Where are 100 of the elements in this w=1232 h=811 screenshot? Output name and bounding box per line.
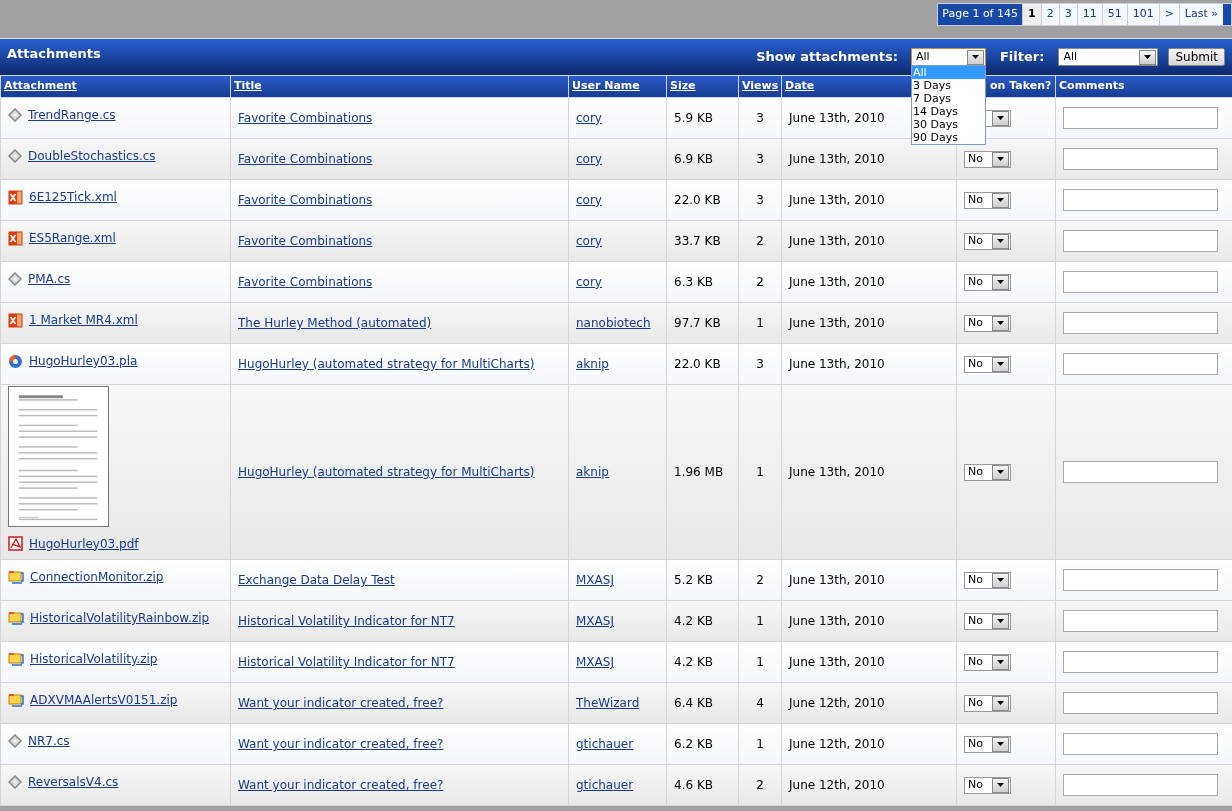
poster-link[interactable]: cory <box>576 152 602 166</box>
poster-link[interactable]: cory <box>576 275 602 289</box>
action-select[interactable]: No <box>964 314 1011 332</box>
comment-field[interactable] <box>1063 610 1218 632</box>
date-text: June 12th, 2010 <box>789 778 885 792</box>
poster-link[interactable]: gtichauer <box>576 778 634 792</box>
views-count: 1 <box>756 737 764 751</box>
views-count: 4 <box>756 696 764 710</box>
size-text: 5.9 KB <box>674 111 713 125</box>
column-sort-link[interactable]: Date <box>785 79 815 93</box>
action-select[interactable]: No <box>964 191 1011 209</box>
action-select[interactable]: No <box>964 150 1011 168</box>
thread-title-link[interactable]: Favorite Combinations <box>238 193 373 207</box>
thread-title-link[interactable]: The Hurley Method (automated) <box>238 316 432 330</box>
page-link[interactable]: 51 <box>1101 4 1127 25</box>
dropdown-option[interactable]: 30 Days <box>912 118 985 131</box>
comment-field[interactable] <box>1063 569 1218 591</box>
poster-link[interactable]: cory <box>576 193 602 207</box>
views-count: 1 <box>756 316 764 330</box>
thread-title-link[interactable]: Exchange Data Delay Test <box>238 573 395 587</box>
date-text: June 13th, 2010 <box>789 655 885 669</box>
comment-field[interactable] <box>1063 733 1218 755</box>
file-link[interactable]: HugoHurley03.pdf <box>29 534 139 553</box>
file-link[interactable]: ReversalsV4.cs <box>28 773 119 791</box>
poster-link[interactable]: gtichauer <box>576 737 634 751</box>
thread-title-link[interactable]: Favorite Combinations <box>238 275 373 289</box>
action-select[interactable]: No <box>964 612 1011 630</box>
poster-link[interactable]: MXASJ <box>576 573 614 587</box>
size-text: 1.96 MB <box>674 465 724 479</box>
page-link[interactable]: > <box>1158 4 1179 25</box>
poster-link[interactable]: MXASJ <box>576 614 614 628</box>
poster-link[interactable]: cory <box>576 234 602 248</box>
page-link[interactable]: 101 <box>1126 4 1159 25</box>
dropdown-option[interactable]: 7 Days <box>912 92 985 105</box>
views-count: 2 <box>756 234 764 248</box>
comment-field[interactable] <box>1063 189 1218 211</box>
diamond-icon <box>8 149 22 163</box>
thread-title-link[interactable]: HugoHurley (automated strategy for MultiCharts) <box>238 465 535 479</box>
date-text: June 13th, 2010 <box>789 193 885 207</box>
thread-title-link[interactable]: Favorite Combinations <box>238 152 373 166</box>
poster-link[interactable]: MXASJ <box>576 655 614 669</box>
date-text: June 13th, 2010 <box>789 234 885 248</box>
comment-field[interactable] <box>1063 312 1218 334</box>
date-text: June 13th, 2010 <box>789 316 885 330</box>
xml-file-icon <box>8 230 23 246</box>
views-count: 2 <box>756 573 764 587</box>
views-count: 3 <box>756 111 764 125</box>
size-text: 4.6 KB <box>674 778 713 792</box>
dropdown-option[interactable]: 3 Days <box>912 79 985 92</box>
action-select[interactable]: No <box>964 776 1011 794</box>
poster-link[interactable]: aknip <box>576 357 609 371</box>
comment-field[interactable] <box>1063 651 1218 673</box>
thread-title-link[interactable]: Favorite Combinations <box>238 234 373 248</box>
date-text: June 13th, 2010 <box>789 614 885 628</box>
diamond-icon <box>8 775 22 789</box>
poster-link[interactable]: cory <box>576 111 602 125</box>
folder-monitor-icon <box>8 693 24 707</box>
show-attachments-select[interactable]: All <box>911 48 986 66</box>
file-link[interactable]: TrendRange.cs <box>28 106 116 124</box>
action-select[interactable]: No <box>964 273 1011 291</box>
folder-monitor-icon <box>8 570 24 584</box>
file-link[interactable]: NR7.cs <box>28 732 70 750</box>
submit-button[interactable]: Submit <box>1168 48 1225 66</box>
comment-field[interactable] <box>1063 271 1218 293</box>
xml-file-icon <box>8 312 23 328</box>
page-link[interactable]: Last » <box>1178 4 1223 25</box>
comment-field[interactable] <box>1063 353 1218 375</box>
dropdown-option[interactable]: 14 Days <box>912 105 985 118</box>
comment-field[interactable] <box>1063 148 1218 170</box>
action-select[interactable]: No <box>964 735 1011 753</box>
file-link[interactable]: ES5Range.xml <box>29 229 116 247</box>
file-link[interactable]: PMA.cs <box>28 270 71 288</box>
date-text: June 12th, 2010 <box>789 696 885 710</box>
action-select[interactable]: No <box>964 694 1011 712</box>
dropdown-option[interactable]: 90 Days <box>912 131 985 144</box>
xml-file-icon <box>8 189 23 205</box>
views-count: 1 <box>756 614 764 628</box>
action-select[interactable]: No <box>964 355 1011 373</box>
action-select[interactable]: No <box>964 653 1011 671</box>
comment-field[interactable] <box>1063 461 1218 483</box>
size-text: 22.0 KB <box>674 193 721 207</box>
file-link[interactable]: 6E125Tick.xml <box>29 188 117 206</box>
action-select[interactable]: No <box>964 232 1011 250</box>
thread-title-link[interactable]: Favorite Combinations <box>238 111 373 125</box>
action-select[interactable]: No <box>964 571 1011 589</box>
date-text: June 13th, 2010 <box>789 573 885 587</box>
comment-field[interactable] <box>1063 230 1218 252</box>
views-count: 2 <box>756 275 764 289</box>
page-link[interactable]: 11 <box>1076 4 1102 25</box>
page-link[interactable]: 1 <box>1022 4 1041 25</box>
show-attachments-label: Show attachments: <box>756 48 898 67</box>
poster-link[interactable]: aknip <box>576 465 609 479</box>
comment-field[interactable] <box>1063 107 1218 129</box>
size-text: 97.7 KB <box>674 316 721 330</box>
action-select[interactable]: No <box>964 463 1011 481</box>
column-sort-link[interactable]: Title <box>234 79 262 93</box>
comment-field[interactable] <box>1063 692 1218 714</box>
column-sort-link[interactable]: Attachment <box>4 79 77 93</box>
comment-field[interactable] <box>1063 774 1218 796</box>
filter-select[interactable]: All <box>1058 48 1159 66</box>
